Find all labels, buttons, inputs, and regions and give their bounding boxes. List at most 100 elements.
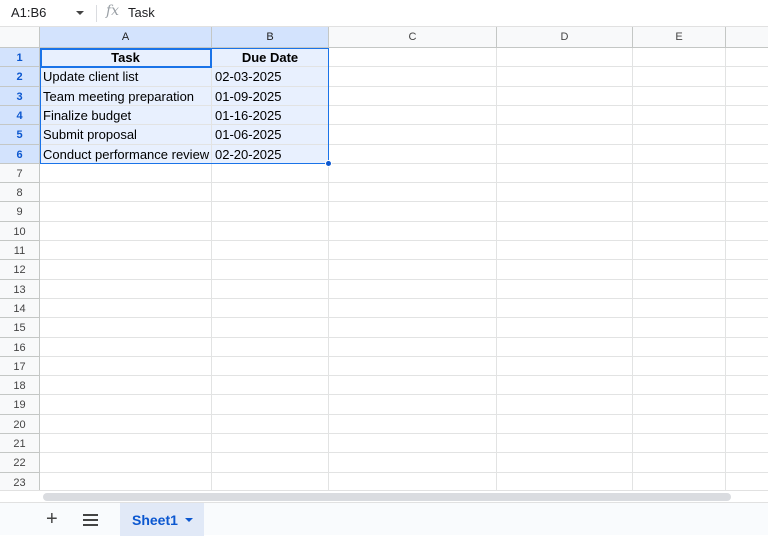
cell[interactable]: 02-03-2025 [212,67,329,87]
row-header-22[interactable]: 22 [0,453,40,473]
cell[interactable] [329,473,497,490]
cell[interactable] [726,453,768,473]
cell[interactable]: 02-20-2025 [212,145,329,164]
cell[interactable] [212,318,329,338]
cell[interactable] [633,222,726,241]
cell[interactable] [212,473,329,490]
cell[interactable] [726,202,768,222]
cell[interactable] [212,299,329,318]
all-sheets-menu-icon[interactable] [83,514,98,529]
cell[interactable] [633,87,726,106]
cell[interactable] [497,241,633,260]
cell[interactable] [40,260,212,280]
cell[interactable] [633,202,726,222]
cell[interactable] [212,338,329,357]
cell[interactable] [497,145,633,164]
cell[interactable] [726,125,768,145]
cell[interactable] [212,357,329,376]
cell[interactable] [633,241,726,260]
cell[interactable] [329,145,497,164]
cell[interactable] [497,415,633,434]
cell[interactable] [726,280,768,299]
cell[interactable] [329,376,497,395]
cell[interactable] [497,67,633,87]
cell[interactable]: Due Date [212,48,329,67]
row-header-18[interactable]: 18 [0,376,40,395]
cell[interactable] [212,241,329,260]
cell[interactable] [40,376,212,395]
chevron-down-icon[interactable] [185,518,193,522]
cell[interactable]: 01-06-2025 [212,125,329,145]
cell[interactable] [726,338,768,357]
cell[interactable] [329,183,497,202]
row-header-8[interactable]: 8 [0,183,40,202]
cell[interactable] [40,164,212,183]
cell[interactable] [726,183,768,202]
cell[interactable] [329,260,497,280]
cell[interactable] [497,357,633,376]
cell[interactable]: Submit proposal [40,125,212,145]
row-header-13[interactable]: 13 [0,280,40,299]
cell[interactable] [329,202,497,222]
cell[interactable] [212,202,329,222]
cell[interactable] [329,453,497,473]
cell[interactable] [40,415,212,434]
cell[interactable] [329,164,497,183]
cell[interactable] [726,222,768,241]
cell[interactable] [633,395,726,415]
cell[interactable] [497,260,633,280]
cell[interactable] [633,415,726,434]
cell[interactable] [633,67,726,87]
sheet-tab[interactable]: Sheet1 [120,503,204,536]
cell[interactable] [633,145,726,164]
cell[interactable]: 01-16-2025 [212,106,329,125]
cell[interactable] [40,338,212,357]
cell[interactable] [497,125,633,145]
cell[interactable] [40,299,212,318]
row-header-21[interactable]: 21 [0,434,40,453]
cell[interactable] [633,318,726,338]
row-header-2[interactable]: 2 [0,67,40,87]
scrollbar-thumb[interactable] [43,493,731,501]
cell[interactable] [497,222,633,241]
cell[interactable] [497,338,633,357]
cell[interactable] [497,299,633,318]
cell[interactable] [497,183,633,202]
cell[interactable] [497,106,633,125]
fill-handle[interactable] [325,160,332,167]
cell[interactable] [726,357,768,376]
cell[interactable]: Task [40,48,212,67]
cell[interactable]: Update client list [40,67,212,87]
cell[interactable] [726,395,768,415]
row-header-23[interactable]: 23 [0,473,40,490]
cell[interactable] [633,125,726,145]
row-header-12[interactable]: 12 [0,260,40,280]
cell[interactable] [497,473,633,490]
cell[interactable] [329,241,497,260]
cell[interactable]: 01-09-2025 [212,87,329,106]
select-all-corner[interactable] [0,27,40,48]
cell[interactable] [633,280,726,299]
cell[interactable] [726,67,768,87]
cell[interactable] [212,164,329,183]
cell[interactable] [40,202,212,222]
cell[interactable] [726,106,768,125]
cell[interactable] [497,280,633,299]
cell[interactable] [726,299,768,318]
cell[interactable] [726,260,768,280]
cell[interactable] [212,183,329,202]
cell[interactable] [497,164,633,183]
cell[interactable] [726,145,768,164]
name-box[interactable]: A1:B6 [11,5,46,20]
spreadsheet-grid[interactable]: A B C D E 1 Task Due Date 2 Update client list 02-… [0,27,768,490]
row-header-17[interactable]: 17 [0,357,40,376]
cell[interactable] [40,453,212,473]
cell[interactable] [726,241,768,260]
cell[interactable] [40,434,212,453]
cell[interactable]: Finalize budget [40,106,212,125]
cell[interactable] [726,318,768,338]
cell[interactable] [633,376,726,395]
row-header-19[interactable]: 19 [0,395,40,415]
cell[interactable] [497,453,633,473]
cell[interactable] [497,395,633,415]
